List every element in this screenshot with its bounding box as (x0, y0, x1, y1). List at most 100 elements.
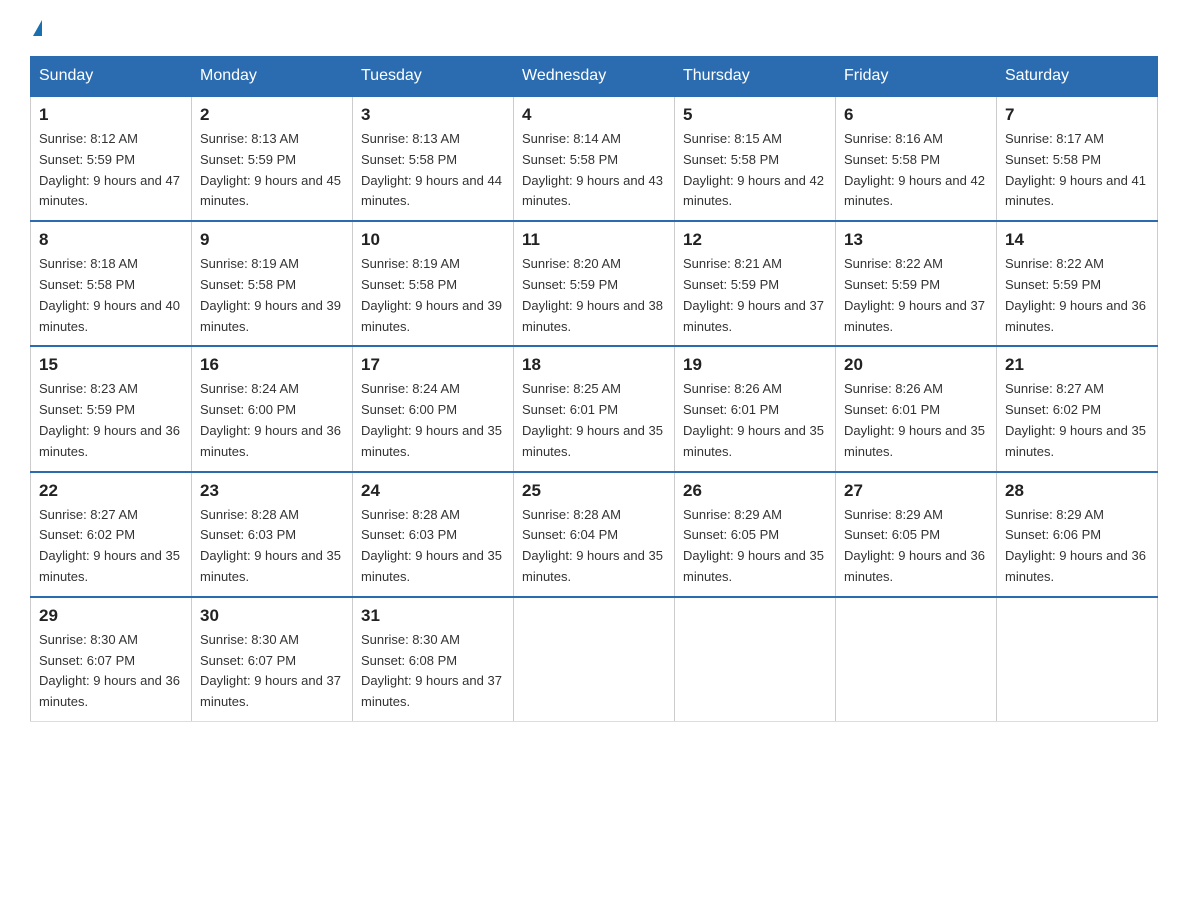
calendar-cell: 10Sunrise: 8:19 AMSunset: 5:58 PMDayligh… (353, 221, 514, 346)
calendar-cell: 26 Sunrise: 8:29 AMSunset: 6:05 PMDayligh… (675, 472, 836, 597)
calendar-cell: 4 Sunrise: 8:14 AMSunset: 5:58 PMDaylight… (514, 96, 675, 221)
day-number: 28 (1005, 481, 1149, 501)
calendar-cell: 16 Sunrise: 8:24 AMSunset: 6:00 PMDayligh… (192, 346, 353, 471)
day-number: 29 (39, 606, 183, 626)
day-number: 4 (522, 105, 666, 125)
day-header-wednesday: Wednesday (514, 57, 675, 97)
logo (30, 20, 42, 36)
calendar-cell: 11 Sunrise: 8:20 AMSunset: 5:59 PMDayligh… (514, 221, 675, 346)
calendar-cell: 5 Sunrise: 8:15 AMSunset: 5:58 PMDaylight… (675, 96, 836, 221)
calendar-cell: 29 Sunrise: 8:30 AMSunset: 6:07 PMDayligh… (31, 597, 192, 722)
calendar-cell: 1Sunrise: 8:12 AMSunset: 5:59 PMDaylight… (31, 96, 192, 221)
day-number: 14 (1005, 230, 1149, 250)
day-info: Sunrise: 8:29 AMSunset: 6:05 PMDaylight:… (844, 505, 988, 588)
day-info: Sunrise: 8:28 AMSunset: 6:03 PMDaylight:… (200, 505, 344, 588)
day-number: 24 (361, 481, 505, 501)
calendar-cell: 18Sunrise: 8:25 AMSunset: 6:01 PMDayligh… (514, 346, 675, 471)
day-header-thursday: Thursday (675, 57, 836, 97)
week-row-5: 29 Sunrise: 8:30 AMSunset: 6:07 PMDayligh… (31, 597, 1158, 722)
day-info: Sunrise: 8:12 AMSunset: 5:59 PMDaylight:… (39, 129, 183, 212)
day-header-saturday: Saturday (997, 57, 1158, 97)
day-info: Sunrise: 8:30 AMSunset: 6:07 PMDaylight:… (39, 630, 183, 713)
day-number: 16 (200, 355, 344, 375)
calendar-cell: 24 Sunrise: 8:28 AMSunset: 6:03 PMDayligh… (353, 472, 514, 597)
day-number: 20 (844, 355, 988, 375)
day-number: 17 (361, 355, 505, 375)
day-number: 9 (200, 230, 344, 250)
day-info: Sunrise: 8:29 AMSunset: 6:05 PMDaylight:… (683, 505, 827, 588)
day-info: Sunrise: 8:27 AMSunset: 6:02 PMDaylight:… (39, 505, 183, 588)
calendar-cell (997, 597, 1158, 722)
week-row-3: 15 Sunrise: 8:23 AMSunset: 5:59 PMDayligh… (31, 346, 1158, 471)
calendar-cell: 8 Sunrise: 8:18 AMSunset: 5:58 PMDaylight… (31, 221, 192, 346)
calendar-cell: 20 Sunrise: 8:26 AMSunset: 6:01 PMDayligh… (836, 346, 997, 471)
calendar-table: SundayMondayTuesdayWednesdayThursdayFrid… (30, 56, 1158, 722)
calendar-cell: 25Sunrise: 8:28 AMSunset: 6:04 PMDayligh… (514, 472, 675, 597)
day-number: 22 (39, 481, 183, 501)
day-info: Sunrise: 8:14 AMSunset: 5:58 PMDaylight:… (522, 129, 666, 212)
calendar-cell: 21 Sunrise: 8:27 AMSunset: 6:02 PMDayligh… (997, 346, 1158, 471)
day-info: Sunrise: 8:24 AMSunset: 6:00 PMDaylight:… (200, 379, 344, 462)
week-row-1: 1Sunrise: 8:12 AMSunset: 5:59 PMDaylight… (31, 96, 1158, 221)
day-info: Sunrise: 8:13 AMSunset: 5:59 PMDaylight:… (200, 129, 344, 212)
day-info: Sunrise: 8:26 AMSunset: 6:01 PMDaylight:… (683, 379, 827, 462)
calendar-cell (675, 597, 836, 722)
day-number: 12 (683, 230, 827, 250)
calendar-cell: 2 Sunrise: 8:13 AMSunset: 5:59 PMDaylight… (192, 96, 353, 221)
calendar-cell (514, 597, 675, 722)
calendar-cell: 17 Sunrise: 8:24 AMSunset: 6:00 PMDayligh… (353, 346, 514, 471)
calendar-cell: 19 Sunrise: 8:26 AMSunset: 6:01 PMDayligh… (675, 346, 836, 471)
day-number: 18 (522, 355, 666, 375)
day-number: 21 (1005, 355, 1149, 375)
day-info: Sunrise: 8:30 AMSunset: 6:08 PMDaylight:… (361, 630, 505, 713)
calendar-cell: 30 Sunrise: 8:30 AMSunset: 6:07 PMDayligh… (192, 597, 353, 722)
day-info: Sunrise: 8:13 AMSunset: 5:58 PMDaylight:… (361, 129, 505, 212)
logo-triangle-icon (33, 20, 42, 36)
day-info: Sunrise: 8:28 AMSunset: 6:04 PMDaylight:… (522, 505, 666, 588)
day-header-sunday: Sunday (31, 57, 192, 97)
day-info: Sunrise: 8:23 AMSunset: 5:59 PMDaylight:… (39, 379, 183, 462)
calendar-cell (836, 597, 997, 722)
day-info: Sunrise: 8:15 AMSunset: 5:58 PMDaylight:… (683, 129, 827, 212)
calendar-cell: 3 Sunrise: 8:13 AMSunset: 5:58 PMDaylight… (353, 96, 514, 221)
day-info: Sunrise: 8:19 AMSunset: 5:58 PMDaylight:… (200, 254, 344, 337)
calendar-cell: 27Sunrise: 8:29 AMSunset: 6:05 PMDayligh… (836, 472, 997, 597)
day-number: 30 (200, 606, 344, 626)
calendar-body: 1Sunrise: 8:12 AMSunset: 5:59 PMDaylight… (31, 96, 1158, 721)
day-info: Sunrise: 8:20 AMSunset: 5:59 PMDaylight:… (522, 254, 666, 337)
day-info: Sunrise: 8:27 AMSunset: 6:02 PMDaylight:… (1005, 379, 1149, 462)
day-number: 19 (683, 355, 827, 375)
calendar-cell: 14Sunrise: 8:22 AMSunset: 5:59 PMDayligh… (997, 221, 1158, 346)
day-number: 26 (683, 481, 827, 501)
day-info: Sunrise: 8:28 AMSunset: 6:03 PMDaylight:… (361, 505, 505, 588)
day-info: Sunrise: 8:26 AMSunset: 6:01 PMDaylight:… (844, 379, 988, 462)
day-number: 31 (361, 606, 505, 626)
header (30, 20, 1158, 36)
calendar-cell: 9 Sunrise: 8:19 AMSunset: 5:58 PMDaylight… (192, 221, 353, 346)
calendar-cell: 23 Sunrise: 8:28 AMSunset: 6:03 PMDayligh… (192, 472, 353, 597)
day-number: 2 (200, 105, 344, 125)
calendar-cell: 6 Sunrise: 8:16 AMSunset: 5:58 PMDaylight… (836, 96, 997, 221)
day-number: 8 (39, 230, 183, 250)
day-number: 11 (522, 230, 666, 250)
day-header-friday: Friday (836, 57, 997, 97)
day-info: Sunrise: 8:30 AMSunset: 6:07 PMDaylight:… (200, 630, 344, 713)
day-info: Sunrise: 8:18 AMSunset: 5:58 PMDaylight:… (39, 254, 183, 337)
calendar-header-row: SundayMondayTuesdayWednesdayThursdayFrid… (31, 57, 1158, 97)
day-number: 3 (361, 105, 505, 125)
week-row-2: 8 Sunrise: 8:18 AMSunset: 5:58 PMDaylight… (31, 221, 1158, 346)
day-number: 23 (200, 481, 344, 501)
day-info: Sunrise: 8:24 AMSunset: 6:00 PMDaylight:… (361, 379, 505, 462)
day-number: 7 (1005, 105, 1149, 125)
day-number: 10 (361, 230, 505, 250)
day-number: 5 (683, 105, 827, 125)
day-info: Sunrise: 8:16 AMSunset: 5:58 PMDaylight:… (844, 129, 988, 212)
calendar-cell: 28 Sunrise: 8:29 AMSunset: 6:06 PMDayligh… (997, 472, 1158, 597)
day-number: 13 (844, 230, 988, 250)
calendar-cell: 15 Sunrise: 8:23 AMSunset: 5:59 PMDayligh… (31, 346, 192, 471)
week-row-4: 22 Sunrise: 8:27 AMSunset: 6:02 PMDayligh… (31, 472, 1158, 597)
day-number: 15 (39, 355, 183, 375)
day-number: 6 (844, 105, 988, 125)
day-info: Sunrise: 8:22 AMSunset: 5:59 PMDaylight:… (844, 254, 988, 337)
day-info: Sunrise: 8:29 AMSunset: 6:06 PMDaylight:… (1005, 505, 1149, 588)
